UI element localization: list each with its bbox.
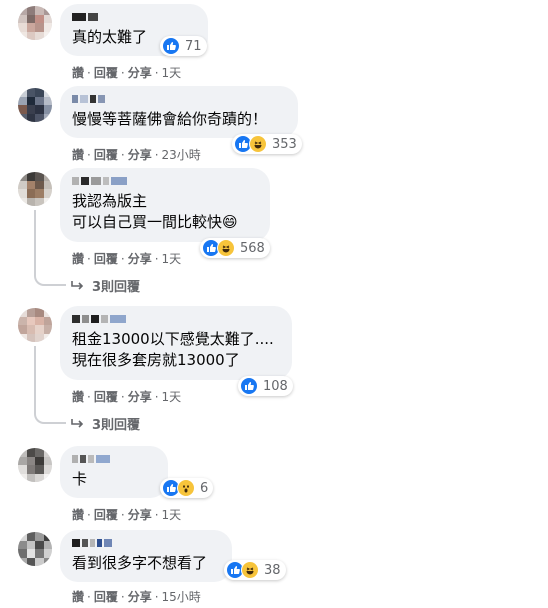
- share-button[interactable]: 分享: [128, 66, 152, 80]
- reply-button[interactable]: 回覆: [94, 590, 118, 604]
- reply-button[interactable]: 回覆: [94, 508, 118, 522]
- like-button[interactable]: 讚: [72, 508, 84, 522]
- comment-bubble: 慢慢等菩薩佛會給你奇蹟的！: [60, 86, 298, 138]
- comment-text: 可以自己買一間比較快😄: [72, 213, 238, 231]
- like-button[interactable]: 讚: [72, 252, 84, 266]
- reaction-count: 108: [263, 378, 288, 394]
- thread-connector: [34, 406, 66, 424]
- reply-button[interactable]: 回覆: [94, 390, 118, 404]
- timestamp[interactable]: 1天: [162, 66, 182, 80]
- reply-button[interactable]: 回覆: [94, 148, 118, 162]
- comment-actions: 讚 · 回覆 · 分享 · 1天: [72, 390, 182, 404]
- reply-button[interactable]: 回覆: [94, 66, 118, 80]
- like-button[interactable]: 讚: [72, 66, 84, 80]
- share-button[interactable]: 分享: [128, 252, 152, 266]
- thread-line: [34, 210, 36, 270]
- wow-icon: [177, 479, 195, 497]
- reaction-summary[interactable]: 71: [160, 36, 207, 56]
- avatar[interactable]: [18, 6, 52, 40]
- share-button[interactable]: 分享: [128, 508, 152, 522]
- reaction-count: 568: [240, 240, 265, 256]
- reaction-summary[interactable]: 353: [232, 134, 302, 154]
- reaction-summary[interactable]: 6: [160, 478, 214, 498]
- reaction-count: 38: [264, 562, 281, 578]
- like-button[interactable]: 讚: [72, 390, 84, 404]
- timestamp[interactable]: 1天: [162, 390, 182, 404]
- thread-line: [34, 346, 36, 408]
- comment-bubble: 卡: [60, 446, 168, 498]
- like-button[interactable]: 讚: [72, 590, 84, 604]
- author-name[interactable]: [72, 176, 258, 186]
- avatar[interactable]: [18, 532, 52, 566]
- avatar[interactable]: [18, 88, 52, 122]
- author-name[interactable]: [72, 314, 280, 324]
- author-name[interactable]: [72, 454, 156, 464]
- reaction-count: 353: [272, 136, 297, 152]
- comment-text: 租金13000以下感覺太難了....: [72, 330, 274, 348]
- comment-actions: 讚 · 回覆 · 分享 · 15小時: [72, 590, 201, 604]
- timestamp[interactable]: 1天: [162, 508, 182, 522]
- avatar[interactable]: [18, 172, 52, 206]
- replies-label: 3則回覆: [92, 418, 141, 433]
- comment-text: 現在很多套房就13000了: [72, 351, 240, 369]
- haha-icon: [217, 239, 235, 257]
- thread-connector: [34, 268, 66, 286]
- avatar[interactable]: [18, 448, 52, 482]
- author-name[interactable]: [72, 12, 196, 22]
- comment-actions: 讚 · 回覆 · 分享 · 1天: [72, 508, 182, 522]
- comment-text: 我認為版主: [72, 192, 148, 210]
- comment-bubble: 我認為版主 可以自己買一間比較快😄: [60, 168, 270, 242]
- like-button[interactable]: 讚: [72, 148, 84, 162]
- avatar[interactable]: [18, 308, 52, 342]
- reply-arrow-icon: [71, 280, 84, 290]
- reply-arrow-icon: [71, 418, 84, 428]
- like-icon: [240, 377, 258, 395]
- author-name[interactable]: [72, 538, 220, 548]
- reaction-count: 71: [185, 38, 202, 54]
- haha-icon: [241, 561, 259, 579]
- view-replies-button[interactable]: 3則回覆: [70, 276, 140, 295]
- comment-bubble: 租金13000以下感覺太難了.... 現在很多套房就13000了: [60, 306, 292, 380]
- replies-label: 3則回覆: [92, 280, 141, 295]
- reaction-count: 6: [200, 480, 209, 496]
- reaction-summary[interactable]: 38: [224, 560, 286, 580]
- share-button[interactable]: 分享: [128, 590, 152, 604]
- reply-button[interactable]: 回覆: [94, 252, 118, 266]
- haha-icon: [249, 135, 267, 153]
- reaction-summary[interactable]: 108: [238, 376, 293, 396]
- timestamp[interactable]: 1天: [162, 252, 182, 266]
- comment-actions: 讚 · 回覆 · 分享 · 1天: [72, 252, 182, 266]
- comment-text: 看到很多字不想看了: [72, 554, 208, 572]
- comment-text: 慢慢等菩薩佛會給你奇蹟的！: [72, 110, 268, 128]
- share-button[interactable]: 分享: [128, 390, 152, 404]
- like-icon: [162, 37, 180, 55]
- comment-actions: 讚 · 回覆 · 分享 · 1天: [72, 66, 182, 80]
- comment-bubble: 看到很多字不想看了: [60, 530, 232, 582]
- reaction-summary[interactable]: 568: [200, 238, 270, 258]
- view-replies-button[interactable]: 3則回覆: [70, 414, 140, 433]
- share-button[interactable]: 分享: [128, 148, 152, 162]
- timestamp[interactable]: 15小時: [162, 590, 201, 604]
- comment-actions: 讚 · 回覆 · 分享 · 23小時: [72, 148, 201, 162]
- timestamp[interactable]: 23小時: [162, 148, 201, 162]
- comment-text: 卡: [72, 470, 88, 488]
- author-name[interactable]: [72, 94, 286, 104]
